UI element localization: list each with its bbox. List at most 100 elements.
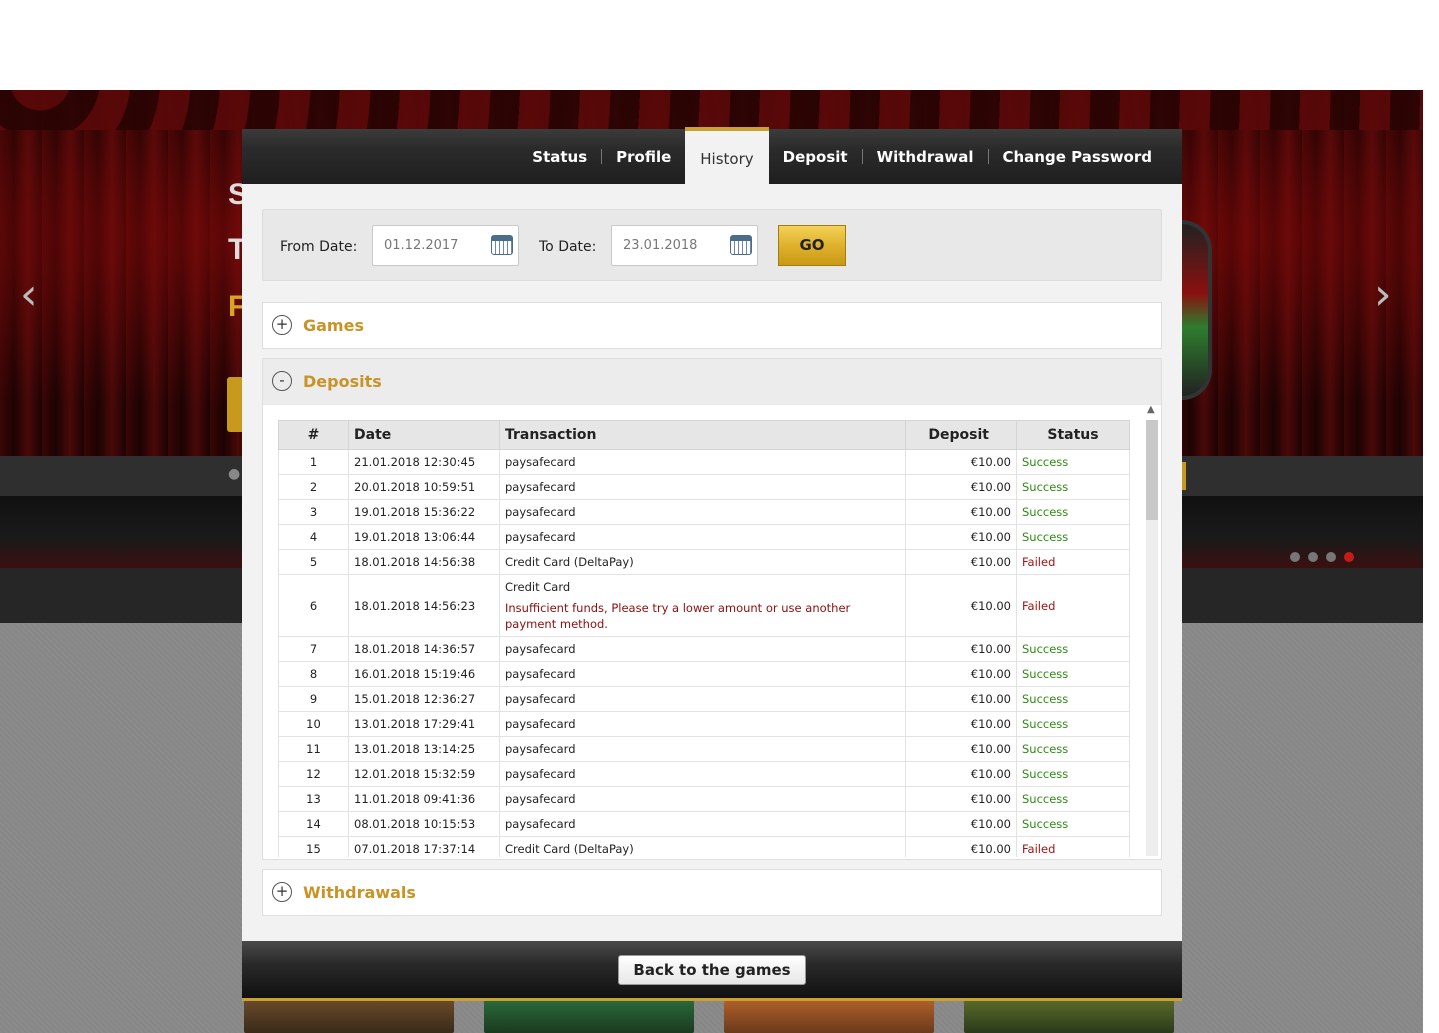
from-date-value: 01.12.2017 (384, 238, 459, 253)
table-row: 5 18.01.2018 14:56:38 Credit Card (DeltaPa… (278, 549, 1130, 575)
row-transaction: paysafecard (499, 474, 906, 500)
deposits-section: - Deposits # Date Transaction Deposit St… (262, 358, 1162, 860)
row-date: 20.01.2018 10:59:51 (348, 474, 500, 500)
status-badge: Success (1016, 474, 1130, 500)
modal-header: Status Profile History Deposit Withdrawa… (242, 127, 1182, 195)
games-section: + Games (262, 302, 1162, 349)
deposits-section-title: Deposits (303, 372, 382, 391)
slide-dot-active[interactable] (1344, 552, 1354, 562)
row-amount: €10.00 (905, 761, 1017, 787)
deposits-table-scroll[interactable]: # Date Transaction Deposit Status 1 21.01… (278, 420, 1130, 857)
row-transaction: paysafecard (499, 686, 906, 712)
tab-history[interactable]: History (685, 127, 769, 195)
row-number: 13 (278, 786, 349, 812)
to-date-field[interactable]: 23.01.2018 (611, 225, 758, 266)
from-date-field[interactable]: 01.12.2017 (372, 225, 519, 266)
row-date: 18.01.2018 14:56:23 (348, 574, 500, 637)
to-date-label: To Date: (539, 239, 597, 255)
back-to-games-button[interactable]: Back to the games (618, 955, 806, 985)
row-number: 7 (278, 636, 349, 662)
table-scrollbar[interactable]: ▲ (1144, 404, 1160, 856)
game-thumbnail[interactable] (724, 1000, 934, 1033)
tab-deposit[interactable]: Deposit (769, 129, 862, 184)
col-status: Status (1016, 420, 1130, 450)
status-badge: Success (1016, 449, 1130, 475)
go-button[interactable]: GO (778, 225, 846, 266)
row-amount: €10.00 (905, 449, 1017, 475)
game-thumbnail[interactable] (244, 1000, 454, 1033)
status-badge: Success (1016, 761, 1130, 787)
col-deposit: Deposit (905, 420, 1017, 450)
row-date: 07.01.2018 17:37:14 (348, 836, 500, 857)
from-date-label: From Date: (280, 239, 358, 255)
row-number: 5 (278, 549, 349, 575)
row-transaction: Credit Card (DeltaPay) (499, 836, 906, 857)
collapse-icon[interactable]: - (272, 371, 292, 391)
status-badge: Success (1016, 786, 1130, 812)
status-badge: Success (1016, 499, 1130, 525)
transaction-method: paysafecard (505, 667, 576, 681)
tab-status[interactable]: Status (518, 129, 601, 184)
tab-change-password[interactable]: Change Password (989, 129, 1167, 184)
scroll-thumb[interactable] (1146, 420, 1158, 520)
row-amount: €10.00 (905, 661, 1017, 687)
row-number: 4 (278, 524, 349, 550)
expand-icon[interactable]: + (272, 882, 292, 902)
row-transaction: paysafecard (499, 711, 906, 737)
slide-dot[interactable] (1326, 552, 1336, 562)
table-row: 8 16.01.2018 15:19:46 paysafecard €10.00 Suc… (278, 661, 1130, 687)
withdrawals-section-header[interactable]: + Withdrawals (263, 870, 1161, 916)
row-transaction: Credit Card (DeltaPay) (499, 549, 906, 575)
game-thumbnail[interactable] (964, 1000, 1174, 1033)
row-date: 08.01.2018 10:15:53 (348, 811, 500, 837)
transaction-method: paysafecard (505, 767, 576, 781)
calendar-icon[interactable] (491, 235, 513, 255)
hero-cta-button[interactable] (227, 377, 243, 432)
slide-dot[interactable] (1290, 552, 1300, 562)
table-row: 14 08.01.2018 10:15:53 paysafecard €10.00 Su… (278, 811, 1130, 837)
transaction-method: paysafecard (505, 455, 576, 469)
scroll-up-icon[interactable]: ▲ (1147, 404, 1155, 415)
row-amount: €10.00 (905, 836, 1017, 857)
expand-icon[interactable]: + (272, 315, 292, 335)
row-number: 12 (278, 761, 349, 787)
games-section-header[interactable]: + Games (263, 303, 1161, 349)
row-date: 13.01.2018 13:14:25 (348, 736, 500, 762)
status-badge: Success (1016, 661, 1130, 687)
row-date: 18.01.2018 14:36:57 (348, 636, 500, 662)
deposits-section-header[interactable]: - Deposits (263, 359, 1161, 405)
row-number: 1 (278, 449, 349, 475)
game-thumbnails (242, 1000, 1182, 1033)
modal-footer: Back to the games (242, 941, 1182, 1001)
row-transaction: paysafecard (499, 636, 906, 662)
row-date: 18.01.2018 14:56:38 (348, 549, 500, 575)
row-amount: €10.00 (905, 636, 1017, 662)
status-badge: Failed (1016, 549, 1130, 575)
table-row: 15 07.01.2018 17:37:14 Credit Card (DeltaP… (278, 836, 1130, 857)
calendar-icon[interactable] (730, 235, 752, 255)
status-badge: Success (1016, 711, 1130, 737)
prev-slide-icon[interactable]: ‹ (20, 270, 38, 320)
status-badge: Success (1016, 811, 1130, 837)
row-transaction: paysafecard (499, 736, 906, 762)
date-filter-bar: From Date: 01.12.2017 To Date: 23.01.201… (262, 209, 1162, 281)
next-slide-icon[interactable]: › (1374, 270, 1392, 320)
withdrawals-section-title: Withdrawals (303, 883, 416, 902)
row-date: 19.01.2018 15:36:22 (348, 499, 500, 525)
table-row: 7 18.01.2018 14:36:57 paysafecard €10.00 Suc… (278, 636, 1130, 662)
row-number: 3 (278, 499, 349, 525)
row-transaction: Credit Card Insufficient funds, Please tr… (499, 574, 906, 637)
row-amount: €10.00 (905, 574, 1017, 637)
slide-dot[interactable] (1308, 552, 1318, 562)
transaction-method: Credit Card (505, 579, 571, 594)
table-row: 3 19.01.2018 15:36:22 paysafecard €10.00 Suc… (278, 499, 1130, 525)
game-thumbnail[interactable] (484, 1000, 694, 1033)
table-row: 13 11.01.2018 09:41:36 paysafecard €10.00 Su… (278, 786, 1130, 812)
tab-profile[interactable]: Profile (602, 129, 685, 184)
row-amount: €10.00 (905, 786, 1017, 812)
tab-withdrawal[interactable]: Withdrawal (863, 129, 988, 184)
table-row: 9 15.01.2018 12:36:27 paysafecard €10.00 Suc… (278, 686, 1130, 712)
login-button-edge[interactable] (1182, 462, 1186, 490)
table-row: 1 21.01.2018 12:30:45 paysafecard €10.00 Suc… (278, 449, 1130, 475)
user-icon[interactable]: ● (228, 466, 242, 484)
